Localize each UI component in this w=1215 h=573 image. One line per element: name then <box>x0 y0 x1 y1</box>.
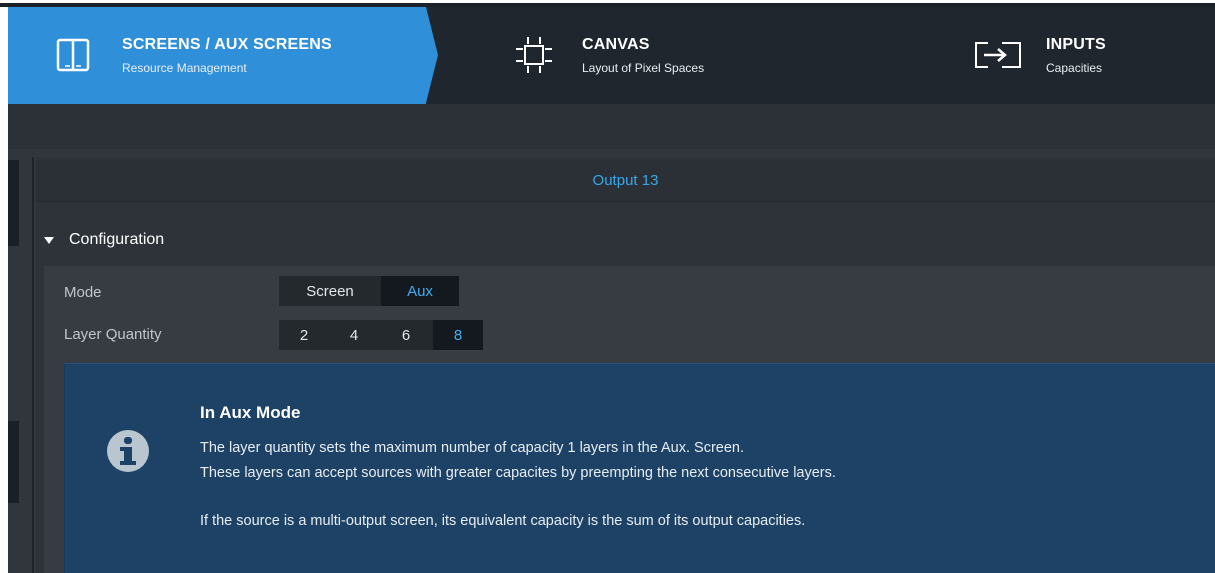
top-nav: SCREENS / AUX SCREENS Resource Managemen… <box>8 7 1215 104</box>
tab-canvas-title: CANVAS <box>582 36 650 53</box>
top-band <box>0 0 1215 7</box>
configuration-section-header[interactable]: Configuration <box>36 223 1215 261</box>
screens-icon <box>56 38 90 77</box>
inputs-icon <box>974 39 1022 76</box>
info-line: The layer quantity sets the maximum numb… <box>200 440 745 456</box>
panel-divider[interactable] <box>32 157 34 573</box>
layer-quantity-label: Layer Quantity <box>64 326 162 343</box>
tab-canvas[interactable]: CANVAS Layout of Pixel Spaces <box>498 7 898 104</box>
output-header: Output 13 <box>36 160 1215 202</box>
tab-inputs-subtitle: Capacities <box>1046 61 1103 75</box>
mode-option-screen[interactable]: Screen <box>279 276 381 306</box>
layer-quantity-segmented-control: 2 4 6 8 <box>279 320 483 350</box>
tab-screens[interactable]: SCREENS / AUX SCREENS Resource Managemen… <box>8 7 426 104</box>
left-panel-item[interactable] <box>8 160 19 246</box>
info-line: If the source is a multi-output screen, … <box>200 513 806 529</box>
toolbar-band <box>8 104 1215 149</box>
mode-option-aux[interactable]: Aux <box>381 276 459 306</box>
configuration-label: Configuration <box>69 231 165 248</box>
info-title: In Aux Mode <box>200 403 301 422</box>
mode-label: Mode <box>64 284 102 301</box>
mode-segmented-control: Screen Aux <box>279 276 459 306</box>
left-panel-item[interactable] <box>8 421 19 503</box>
info-icon <box>107 430 149 472</box>
tab-inputs[interactable]: INPUTS Capacities <box>966 7 1215 104</box>
layer-option-8[interactable]: 8 <box>433 320 483 350</box>
canvas-icon <box>516 37 552 78</box>
layer-option-2[interactable]: 2 <box>279 320 329 350</box>
output-title: Output 13 <box>592 172 659 189</box>
tab-canvas-subtitle: Layout of Pixel Spaces <box>582 61 705 75</box>
info-line: These layers can accept sources with gre… <box>200 465 836 481</box>
layer-option-6[interactable]: 6 <box>379 320 433 350</box>
tab-screens-subtitle: Resource Management <box>122 61 247 75</box>
caret-down-icon <box>44 237 54 244</box>
tab-inputs-title: INPUTS <box>1046 36 1106 53</box>
layer-option-4[interactable]: 4 <box>329 320 379 350</box>
tab-screens-title: SCREENS / AUX SCREENS <box>122 36 332 53</box>
tab-active-pointer <box>426 7 438 103</box>
